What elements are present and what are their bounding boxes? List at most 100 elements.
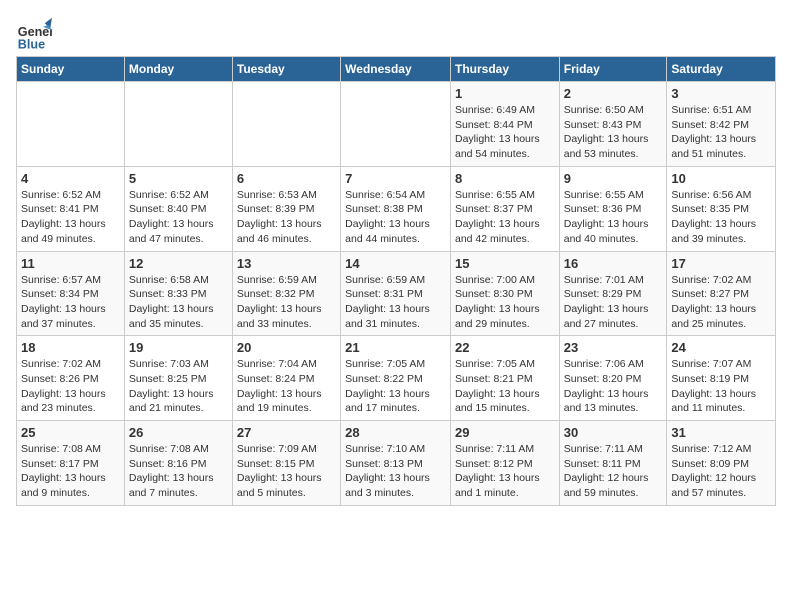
day-info: Sunrise: 6:56 AM Sunset: 8:35 PM Dayligh…	[671, 188, 771, 247]
day-number: 12	[129, 256, 228, 271]
calendar-cell: 13 Sunrise: 6:59 AM Sunset: 8:32 PM Dayli…	[232, 251, 340, 336]
column-header-tuesday: Tuesday	[232, 57, 340, 82]
column-header-thursday: Thursday	[450, 57, 559, 82]
calendar-table: SundayMondayTuesdayWednesdayThursdayFrid…	[16, 56, 776, 506]
day-info: Sunrise: 6:51 AM Sunset: 8:42 PM Dayligh…	[671, 103, 771, 162]
day-number: 26	[129, 425, 228, 440]
calendar-cell: 3 Sunrise: 6:51 AM Sunset: 8:42 PM Daylig…	[667, 82, 776, 167]
calendar-cell: 15Sunrise: 7:00 AM Sunset: 8:30 PM Dayli…	[450, 251, 559, 336]
day-number: 21	[345, 340, 446, 355]
calendar-cell: 22 Sunrise: 7:05 AM Sunset: 8:21 PM Dayli…	[450, 336, 559, 421]
calendar-cell: 17 Sunrise: 7:02 AM Sunset: 8:27 PM Dayli…	[667, 251, 776, 336]
day-info: Sunrise: 7:02 AM Sunset: 8:27 PM Dayligh…	[671, 273, 771, 332]
day-info: Sunrise: 6:52 AM Sunset: 8:41 PM Dayligh…	[21, 188, 120, 247]
calendar-cell: 10 Sunrise: 6:56 AM Sunset: 8:35 PM Dayli…	[667, 166, 776, 251]
calendar-cell: 5 Sunrise: 6:52 AM Sunset: 8:40 PM Daylig…	[124, 166, 232, 251]
calendar-cell: 26 Sunrise: 7:08 AM Sunset: 8:16 PM Dayli…	[124, 421, 232, 506]
calendar-cell: 28 Sunrise: 7:10 AM Sunset: 8:13 PM Dayli…	[341, 421, 451, 506]
day-info: Sunrise: 7:08 AM Sunset: 8:16 PM Dayligh…	[129, 442, 228, 501]
day-info: Sunrise: 7:11 AM Sunset: 8:11 PM Dayligh…	[564, 442, 663, 501]
day-info: Sunrise: 7:11 AM Sunset: 8:12 PM Dayligh…	[455, 442, 555, 501]
day-number: 19	[129, 340, 228, 355]
day-info: Sunrise: 7:05 AM Sunset: 8:21 PM Dayligh…	[455, 357, 555, 416]
day-info: Sunrise: 6:55 AM Sunset: 8:37 PM Dayligh…	[455, 188, 555, 247]
calendar-cell: 1Sunrise: 6:49 AM Sunset: 8:44 PM Daylig…	[450, 82, 559, 167]
day-info: Sunrise: 6:58 AM Sunset: 8:33 PM Dayligh…	[129, 273, 228, 332]
day-number: 3	[671, 86, 771, 101]
calendar-cell: 29 Sunrise: 7:11 AM Sunset: 8:12 PM Dayli…	[450, 421, 559, 506]
calendar-cell: 30Sunrise: 7:11 AM Sunset: 8:11 PM Dayli…	[559, 421, 667, 506]
day-info: Sunrise: 6:55 AM Sunset: 8:36 PM Dayligh…	[564, 188, 663, 247]
calendar-cell: 4 Sunrise: 6:52 AM Sunset: 8:41 PM Daylig…	[17, 166, 125, 251]
calendar-cell: 8Sunrise: 6:55 AM Sunset: 8:37 PM Daylig…	[450, 166, 559, 251]
day-info: Sunrise: 7:03 AM Sunset: 8:25 PM Dayligh…	[129, 357, 228, 416]
day-number: 10	[671, 171, 771, 186]
day-info: Sunrise: 7:05 AM Sunset: 8:22 PM Dayligh…	[345, 357, 446, 416]
day-info: Sunrise: 6:52 AM Sunset: 8:40 PM Dayligh…	[129, 188, 228, 247]
day-number: 9	[564, 171, 663, 186]
calendar-cell	[232, 82, 340, 167]
column-header-monday: Monday	[124, 57, 232, 82]
day-number: 16	[564, 256, 663, 271]
calendar-cell: 18 Sunrise: 7:02 AM Sunset: 8:26 PM Dayli…	[17, 336, 125, 421]
calendar-cell	[124, 82, 232, 167]
day-info: Sunrise: 7:01 AM Sunset: 8:29 PM Dayligh…	[564, 273, 663, 332]
calendar-cell: 9 Sunrise: 6:55 AM Sunset: 8:36 PM Daylig…	[559, 166, 667, 251]
logo: General Blue	[16, 16, 56, 52]
calendar-cell: 7Sunrise: 6:54 AM Sunset: 8:38 PM Daylig…	[341, 166, 451, 251]
day-info: Sunrise: 6:49 AM Sunset: 8:44 PM Dayligh…	[455, 103, 555, 162]
day-number: 17	[671, 256, 771, 271]
calendar-cell: 31Sunrise: 7:12 AM Sunset: 8:09 PM Dayli…	[667, 421, 776, 506]
day-number: 4	[21, 171, 120, 186]
day-info: Sunrise: 6:59 AM Sunset: 8:32 PM Dayligh…	[237, 273, 336, 332]
day-number: 28	[345, 425, 446, 440]
calendar-cell: 12 Sunrise: 6:58 AM Sunset: 8:33 PM Dayli…	[124, 251, 232, 336]
calendar-cell: 21 Sunrise: 7:05 AM Sunset: 8:22 PM Dayli…	[341, 336, 451, 421]
day-number: 7	[345, 171, 446, 186]
day-number: 11	[21, 256, 120, 271]
day-number: 27	[237, 425, 336, 440]
column-header-saturday: Saturday	[667, 57, 776, 82]
calendar-week-row: 11Sunrise: 6:57 AM Sunset: 8:34 PM Dayli…	[17, 251, 776, 336]
day-number: 2	[564, 86, 663, 101]
calendar-week-row: 18 Sunrise: 7:02 AM Sunset: 8:26 PM Dayli…	[17, 336, 776, 421]
day-info: Sunrise: 7:00 AM Sunset: 8:30 PM Dayligh…	[455, 273, 555, 332]
day-number: 6	[237, 171, 336, 186]
calendar-cell: 19 Sunrise: 7:03 AM Sunset: 8:25 PM Dayli…	[124, 336, 232, 421]
calendar-cell: 2 Sunrise: 6:50 AM Sunset: 8:43 PM Daylig…	[559, 82, 667, 167]
day-info: Sunrise: 6:53 AM Sunset: 8:39 PM Dayligh…	[237, 188, 336, 247]
calendar-cell: 11Sunrise: 6:57 AM Sunset: 8:34 PM Dayli…	[17, 251, 125, 336]
day-number: 23	[564, 340, 663, 355]
day-number: 18	[21, 340, 120, 355]
day-number: 13	[237, 256, 336, 271]
day-number: 14	[345, 256, 446, 271]
calendar-cell: 14 Sunrise: 6:59 AM Sunset: 8:31 PM Dayli…	[341, 251, 451, 336]
calendar-cell: 6 Sunrise: 6:53 AM Sunset: 8:39 PM Daylig…	[232, 166, 340, 251]
calendar-cell: 20Sunrise: 7:04 AM Sunset: 8:24 PM Dayli…	[232, 336, 340, 421]
column-header-friday: Friday	[559, 57, 667, 82]
day-number: 29	[455, 425, 555, 440]
day-info: Sunrise: 7:10 AM Sunset: 8:13 PM Dayligh…	[345, 442, 446, 501]
calendar-cell: 25Sunrise: 7:08 AM Sunset: 8:17 PM Dayli…	[17, 421, 125, 506]
calendar-cell	[17, 82, 125, 167]
day-info: Sunrise: 6:50 AM Sunset: 8:43 PM Dayligh…	[564, 103, 663, 162]
calendar-week-row: 4 Sunrise: 6:52 AM Sunset: 8:41 PM Daylig…	[17, 166, 776, 251]
calendar-week-row: 1Sunrise: 6:49 AM Sunset: 8:44 PM Daylig…	[17, 82, 776, 167]
column-header-sunday: Sunday	[17, 57, 125, 82]
day-info: Sunrise: 7:06 AM Sunset: 8:20 PM Dayligh…	[564, 357, 663, 416]
day-number: 22	[455, 340, 555, 355]
calendar-cell	[341, 82, 451, 167]
calendar-cell: 24Sunrise: 7:07 AM Sunset: 8:19 PM Dayli…	[667, 336, 776, 421]
day-number: 25	[21, 425, 120, 440]
day-info: Sunrise: 7:02 AM Sunset: 8:26 PM Dayligh…	[21, 357, 120, 416]
calendar-week-row: 25Sunrise: 7:08 AM Sunset: 8:17 PM Dayli…	[17, 421, 776, 506]
calendar-cell: 16 Sunrise: 7:01 AM Sunset: 8:29 PM Dayli…	[559, 251, 667, 336]
day-number: 5	[129, 171, 228, 186]
svg-text:Blue: Blue	[18, 37, 45, 51]
day-info: Sunrise: 7:09 AM Sunset: 8:15 PM Dayligh…	[237, 442, 336, 501]
day-info: Sunrise: 7:04 AM Sunset: 8:24 PM Dayligh…	[237, 357, 336, 416]
day-info: Sunrise: 6:59 AM Sunset: 8:31 PM Dayligh…	[345, 273, 446, 332]
day-info: Sunrise: 7:07 AM Sunset: 8:19 PM Dayligh…	[671, 357, 771, 416]
logo-icon: General Blue	[16, 16, 52, 52]
page-header: General Blue	[16, 16, 776, 52]
